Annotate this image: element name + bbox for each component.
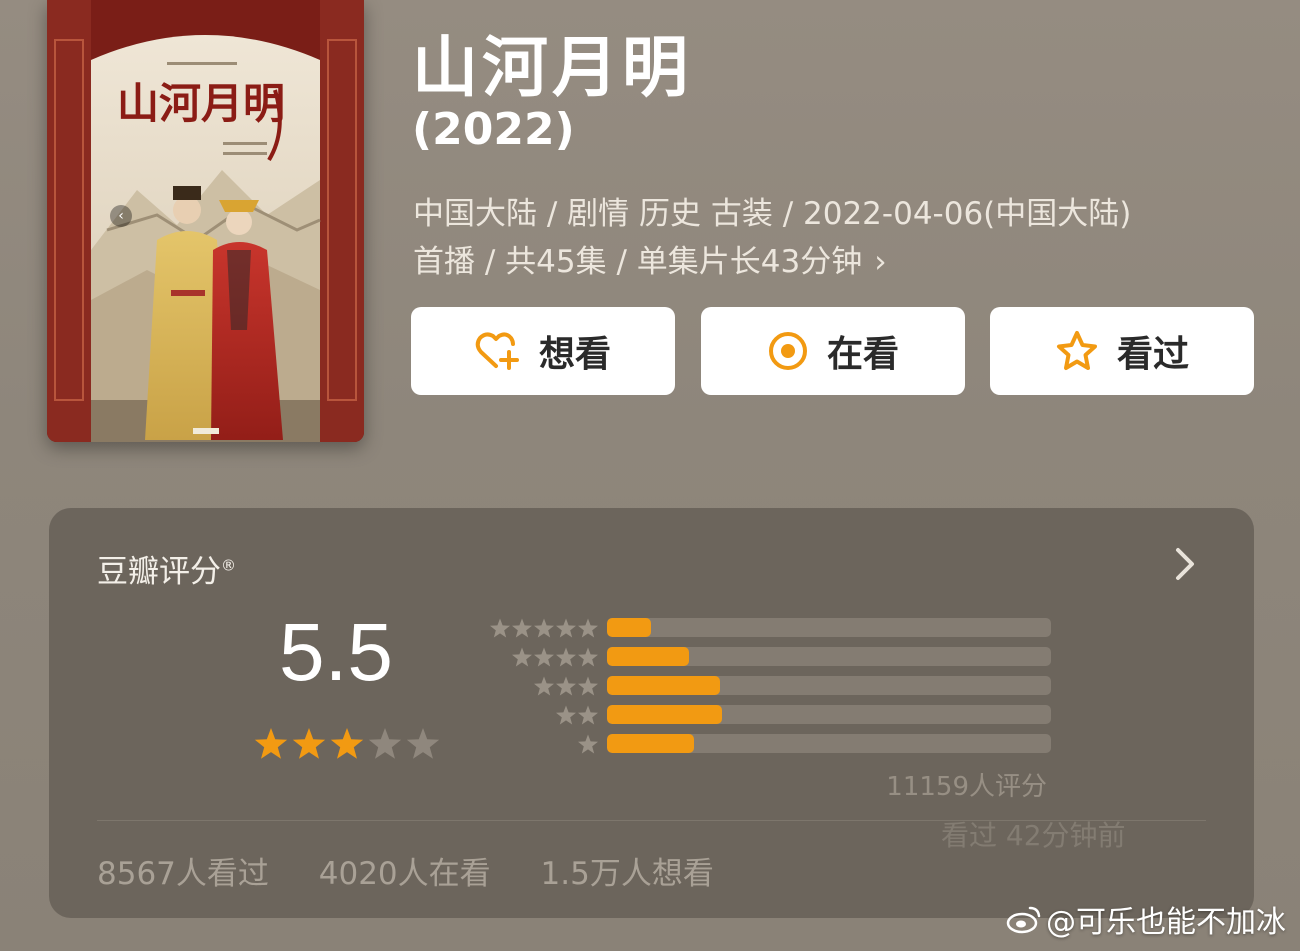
small-star-icon bbox=[534, 618, 554, 638]
distribution-bar-track bbox=[607, 647, 1051, 666]
distribution-bar-track bbox=[607, 676, 1051, 695]
rating-distribution-row bbox=[479, 703, 1059, 732]
small-star-icon bbox=[490, 618, 510, 638]
small-star-icon bbox=[578, 647, 598, 667]
star-outline-icon bbox=[1056, 331, 1097, 370]
want-to-watch-button[interactable]: 想看 bbox=[411, 307, 675, 395]
distribution-bar-track bbox=[607, 705, 1051, 724]
rating-distribution-row bbox=[479, 674, 1059, 703]
weibo-handle: @可乐也能不加冰 bbox=[1046, 905, 1286, 940]
target-circle-icon bbox=[768, 332, 807, 370]
distribution-bar-track bbox=[607, 734, 1051, 753]
small-star-icon bbox=[534, 676, 554, 696]
movie-detail-page: 山河月明 ‹ 山河月明 (2022) 中国大陆 / 剧情 历史 古装 / 202… bbox=[0, 0, 1300, 951]
rating-distribution-row bbox=[479, 645, 1059, 674]
poster-prev-icon[interactable]: ‹ bbox=[110, 205, 132, 227]
heart-plus-icon bbox=[475, 332, 519, 370]
poster-art: 山河月明 bbox=[47, 0, 364, 442]
watched-button[interactable]: 看过 bbox=[990, 307, 1254, 395]
distribution-bar-fill bbox=[607, 734, 694, 753]
poster-title-art: 山河月明 bbox=[117, 79, 285, 128]
rating-title: 豆瓣评分® bbox=[97, 546, 236, 591]
distribution-bar-fill bbox=[607, 618, 652, 637]
distribution-star-icons bbox=[490, 618, 598, 638]
small-star-icon bbox=[578, 734, 598, 754]
small-star-icon bbox=[556, 647, 576, 667]
weibo-icon bbox=[1006, 906, 1041, 934]
small-star-icon bbox=[578, 705, 598, 725]
divider bbox=[97, 820, 1206, 821]
weibo-watermark: @可乐也能不加冰 bbox=[1006, 897, 1286, 941]
want-to-watch-label: 想看 bbox=[538, 334, 611, 375]
small-star-icon bbox=[556, 618, 576, 638]
rating-distribution bbox=[479, 616, 1059, 761]
chevron-right-icon[interactable] bbox=[1170, 544, 1200, 584]
rating-title-text: 豆瓣评分 bbox=[97, 554, 221, 590]
poster-image[interactable]: 山河月明 ‹ bbox=[47, 0, 364, 442]
meta-line-2-wrap: 首播 / 共45集 / 单集片长43分钟 › bbox=[413, 238, 1263, 286]
registered-mark: ® bbox=[221, 556, 236, 575]
star-empty-icon bbox=[406, 728, 440, 759]
small-star-icon bbox=[534, 647, 554, 667]
meta-line-1: 中国大陆 / 剧情 历史 古装 / 2022-04-06(中国大陆) bbox=[413, 196, 1132, 232]
release-year: (2022) bbox=[412, 104, 575, 155]
watching-count[interactable]: 4020人在看 bbox=[319, 856, 491, 892]
distribution-star-icons bbox=[512, 647, 598, 667]
meta-line-2: 首播 / 共45集 / 单集片长43分钟 bbox=[413, 244, 863, 280]
page-title: 山河月明 bbox=[412, 29, 692, 106]
star-empty-icon bbox=[368, 728, 402, 759]
rating-card: 豆瓣评分® 5.5 11159人评分 看过 42分钟前 8567人看过 4020… bbox=[49, 508, 1254, 918]
watched-count[interactable]: 8567人看过 bbox=[97, 856, 269, 892]
distribution-bar-fill bbox=[607, 676, 721, 695]
rating-count: 11159人评分 bbox=[886, 772, 1047, 802]
distribution-star-icons bbox=[578, 734, 598, 754]
distribution-bar-fill bbox=[607, 705, 723, 724]
small-star-icon bbox=[512, 618, 532, 638]
rating-stars bbox=[254, 728, 440, 759]
watched-label: 看过 bbox=[1116, 334, 1189, 375]
rating-score: 5.5 bbox=[279, 607, 393, 698]
small-star-icon bbox=[578, 618, 598, 638]
star-filled-icon bbox=[330, 728, 364, 759]
star-filled-icon bbox=[254, 728, 288, 759]
distribution-bar-track bbox=[607, 618, 1051, 637]
small-star-icon bbox=[556, 705, 576, 725]
chevron-right-icon: › bbox=[874, 244, 887, 280]
rating-distribution-row bbox=[479, 616, 1059, 645]
audience-stats: 8567人看过 4020人在看 1.5万人想看 bbox=[97, 848, 754, 893]
small-star-icon bbox=[512, 647, 532, 667]
action-buttons: 想看 在看 看过 bbox=[411, 307, 1255, 395]
star-filled-icon bbox=[292, 728, 326, 759]
small-star-icon bbox=[556, 676, 576, 696]
distribution-bar-fill bbox=[607, 647, 690, 666]
watching-button[interactable]: 在看 bbox=[701, 307, 965, 395]
distribution-star-icons bbox=[534, 676, 598, 696]
watching-label: 在看 bbox=[826, 334, 899, 375]
small-star-icon bbox=[578, 676, 598, 696]
movie-meta[interactable]: 中国大陆 / 剧情 历史 古装 / 2022-04-06(中国大陆) 首播 / … bbox=[413, 190, 1263, 286]
rating-distribution-row bbox=[479, 732, 1059, 761]
distribution-star-icons bbox=[556, 705, 598, 725]
want-count[interactable]: 1.5万人想看 bbox=[541, 856, 714, 892]
